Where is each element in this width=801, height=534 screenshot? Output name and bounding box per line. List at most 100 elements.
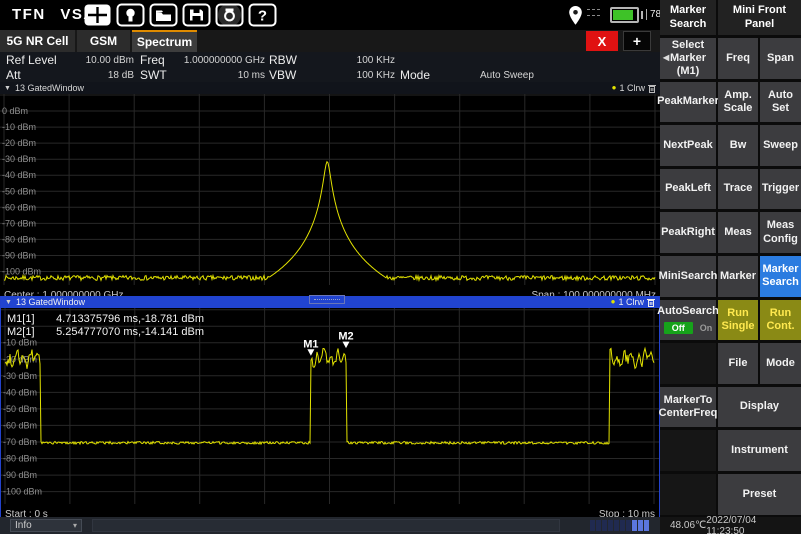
peak-right-button[interactable]: PeakRight xyxy=(660,212,716,253)
span-button[interactable]: Span xyxy=(760,38,801,79)
svg-text:-40 dBm: -40 dBm xyxy=(2,170,36,180)
auto-search-off-toggle[interactable]: Off xyxy=(664,322,693,335)
trace-label: 1 Clrw xyxy=(619,83,645,93)
measurement-tab-bar: 5G NR Cell GSM Spectrum X + xyxy=(0,30,660,52)
svg-text:-30 dBm: -30 dBm xyxy=(3,371,37,381)
mode-label: Mode xyxy=(400,68,430,82)
file-button[interactable]: File xyxy=(718,343,758,384)
peak-left-button[interactable]: PeakLeft xyxy=(660,169,716,210)
select-marker-button[interactable]: ◀ SelectMarker(M1) xyxy=(660,38,716,79)
marker-to-centerfreq-button[interactable]: MarkerTo CenterFreq xyxy=(660,387,716,428)
windows-icon[interactable] xyxy=(83,3,112,27)
vbw-label: VBW xyxy=(269,68,296,82)
battery-icon xyxy=(610,7,639,23)
temperature-readout: 48.06℃ xyxy=(670,520,706,531)
next-peak-button[interactable]: NextPeak xyxy=(660,125,716,166)
trash-icon[interactable] xyxy=(647,298,655,307)
marker-search-button[interactable]: Marker Search xyxy=(760,256,801,297)
ref-level-value: 10.00 dBm xyxy=(60,55,134,66)
datetime-readout: 2022/07/04 11:23:50 xyxy=(706,515,796,534)
svg-text:-70 dBm: -70 dBm xyxy=(3,437,37,447)
marker-readout-row: M1[1] 4.713375796 ms,-18.781 dBm xyxy=(7,313,204,326)
svg-text:-100 dBm: -100 dBm xyxy=(2,267,41,277)
empty-softkey xyxy=(660,343,716,384)
spectrum-window-header[interactable]: ▼ 13 GatedWindow ● 1 Clrw xyxy=(0,82,660,94)
trash-icon[interactable] xyxy=(648,84,656,93)
trace-color-dot: ● xyxy=(612,84,617,92)
freq-value: 1.000000000 GHz xyxy=(170,55,265,66)
light-icon[interactable] xyxy=(116,3,145,27)
auto-search-on-toggle[interactable]: On xyxy=(700,323,713,334)
peak-marker-button[interactable]: PeakMarker xyxy=(660,82,716,123)
collapse-icon[interactable]: ▼ xyxy=(5,299,12,306)
auto-search-label: AutoSearch xyxy=(657,305,719,318)
spectrum-window: ▼ 13 GatedWindow ● 1 Clrw 0 dBm-10 dBm-2… xyxy=(0,82,660,296)
left-arrow-icon: ◀ xyxy=(663,54,669,64)
collapse-icon[interactable]: ▼ xyxy=(4,85,11,92)
gated-window: ▼ 13 GatedWindow ● 1 Clrw -10 dBm-20 dBm… xyxy=(0,296,660,517)
rbw-label: RBW xyxy=(269,53,297,67)
window-splitter-handle[interactable] xyxy=(309,295,345,304)
location-pin-icon xyxy=(568,5,583,31)
svg-text:-90 dBm: -90 dBm xyxy=(3,470,37,480)
svg-text:-30 dBm: -30 dBm xyxy=(2,154,36,164)
vsa-app: TFN VSA ? 78% xyxy=(0,0,801,534)
meas-config-button[interactable]: Meas Config xyxy=(760,212,801,253)
svg-text:-50 dBm: -50 dBm xyxy=(2,186,36,196)
instrument-button[interactable]: Instrument xyxy=(718,430,801,471)
add-tab-button[interactable]: + xyxy=(623,31,651,51)
mini-search-button[interactable]: MiniSearch xyxy=(660,256,716,297)
spectrum-plot[interactable]: 0 dBm-10 dBm-20 dBm-30 dBm-40 dBm-50 dBm… xyxy=(0,94,660,285)
swt-value: 10 ms xyxy=(170,70,265,81)
tab-spectrum[interactable]: Spectrum xyxy=(132,30,197,52)
panel-status-bar: 48.06℃ 2022/07/04 11:23:50 xyxy=(660,517,801,534)
marker-search-header: Marker Search xyxy=(660,0,716,35)
bw-button[interactable]: Bw xyxy=(718,125,758,166)
svg-text:-70 dBm: -70 dBm xyxy=(2,218,36,228)
amp-scale-button[interactable]: Amp. Scale xyxy=(718,82,758,123)
sweep-meter xyxy=(590,520,649,531)
marker-button[interactable]: Marker xyxy=(718,256,758,297)
run-cont-button[interactable]: Run Cont. xyxy=(760,300,801,341)
tab-gsm[interactable]: GSM xyxy=(77,30,130,52)
att-value: 18 dB xyxy=(60,70,134,81)
close-tab-button[interactable]: X xyxy=(586,31,618,51)
info-bar: Info ▾ xyxy=(0,517,660,534)
trace-button[interactable]: Trace xyxy=(718,169,758,210)
run-single-button[interactable]: Run Single xyxy=(718,300,758,341)
settings-readout-bar: Ref Level 10.00 dBm Freq 1.000000000 GHz… xyxy=(0,52,660,82)
freq-button[interactable]: Freq xyxy=(718,38,758,79)
empty-softkey xyxy=(660,430,716,471)
preset-button[interactable]: Preset xyxy=(718,474,801,515)
help-icon[interactable]: ? xyxy=(248,3,277,27)
save-icon[interactable] xyxy=(182,3,211,27)
mini-front-panel-header: Mini Front Panel xyxy=(718,0,801,35)
svg-text:-10 dBm: -10 dBm xyxy=(3,338,37,348)
svg-text:M2: M2 xyxy=(338,331,353,343)
mode-button[interactable]: Mode xyxy=(760,343,801,384)
freq-label: Freq xyxy=(140,53,165,67)
window-title: 13 GatedWindow xyxy=(15,83,84,93)
sweep-button[interactable]: Sweep xyxy=(760,125,801,166)
gps-list-icon xyxy=(587,9,600,21)
auto-set-button[interactable]: Auto Set xyxy=(760,82,801,123)
tab-5g-nr-cell[interactable]: 5G NR Cell xyxy=(0,30,75,52)
info-dropdown-label: Info xyxy=(15,520,32,531)
marker-value: 5.254777070 ms,-14.141 dBm xyxy=(56,326,204,338)
meas-button[interactable]: Meas xyxy=(718,212,758,253)
trace-color-dot: ● xyxy=(611,298,616,306)
svg-text:-60 dBm: -60 dBm xyxy=(3,420,37,430)
svg-text:-60 dBm: -60 dBm xyxy=(2,202,36,212)
trigger-button[interactable]: Trigger xyxy=(760,169,801,210)
trace-label: 1 Clrw xyxy=(618,297,644,307)
marker-name: M1[1] xyxy=(7,313,53,326)
marker-readout-row: M2[1] 5.254777070 ms,-14.141 dBm xyxy=(7,326,204,339)
att-label: Att xyxy=(6,68,21,82)
auto-search-button[interactable]: AutoSearch Off On xyxy=(660,300,716,341)
svg-text:-80 dBm: -80 dBm xyxy=(3,454,37,464)
open-folder-icon[interactable] xyxy=(149,3,178,27)
ref-level-label: Ref Level xyxy=(6,53,57,67)
display-button[interactable]: Display xyxy=(718,387,801,428)
info-dropdown[interactable]: Info ▾ xyxy=(10,519,82,532)
screenshot-camera-icon[interactable] xyxy=(215,3,244,27)
